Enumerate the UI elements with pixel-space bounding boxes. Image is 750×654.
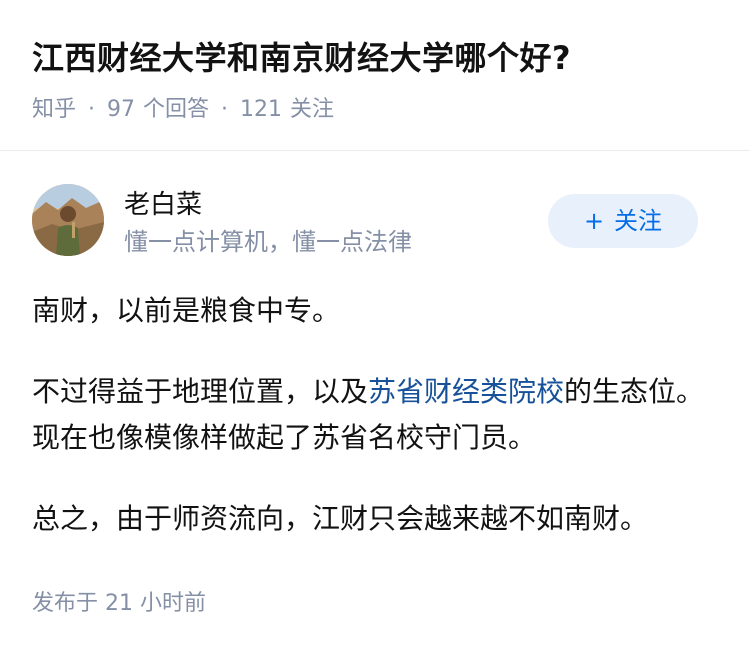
site-name[interactable]: 知乎: [32, 97, 76, 122]
answer-paragraph: 总之，由于师资流向，江财只会越来越不如南财。: [32, 502, 649, 535]
followers-label: 关注: [290, 97, 335, 122]
inline-link[interactable]: 苏省财经类院校: [368, 375, 564, 408]
answer-content: 南财，以前是粮食中专。 不过得益于地理位置，以及苏省财经类院校的生态位。现在也像…: [32, 288, 722, 577]
answers-count: 97: [107, 97, 136, 122]
publish-time-value: 21 小时前: [105, 591, 207, 616]
publish-label: 发布于: [32, 591, 99, 616]
answers-label: 个回答: [143, 97, 210, 122]
follow-button-label: 关注: [614, 207, 663, 235]
publish-time: 发布于 21 小时前: [32, 588, 206, 620]
answer-paragraph: 不过得益于地理位置，以及苏省财经类院校的生态位。现在也像模像样做起了苏省名校守门…: [32, 369, 722, 461]
avatar[interactable]: [32, 184, 104, 256]
question-header: 江西财经大学和南京财经大学哪个好? 知乎 · 97 个回答 · 121 关注: [0, 0, 750, 151]
followers-count: 121: [240, 97, 283, 122]
plus-icon: +: [583, 207, 605, 235]
question-title[interactable]: 江西财经大学和南京财经大学哪个好?: [32, 36, 571, 80]
meta-separator: ·: [88, 97, 96, 122]
question-meta: 知乎 · 97 个回答 · 121 关注: [32, 94, 334, 126]
meta-separator: ·: [221, 97, 229, 122]
avatar-image: [32, 184, 104, 256]
follow-button[interactable]: + 关注: [548, 194, 698, 248]
author-bio: 懂一点计算机，懂一点法律: [124, 228, 412, 256]
paragraph-text: 不过得益于地理位置，以及: [32, 375, 369, 408]
answer-paragraph: 南财，以前是粮食中专。: [32, 294, 341, 327]
author-card: 老白菜 懂一点计算机，懂一点法律 + 关注: [32, 184, 718, 260]
author-name[interactable]: 老白菜: [124, 188, 202, 222]
